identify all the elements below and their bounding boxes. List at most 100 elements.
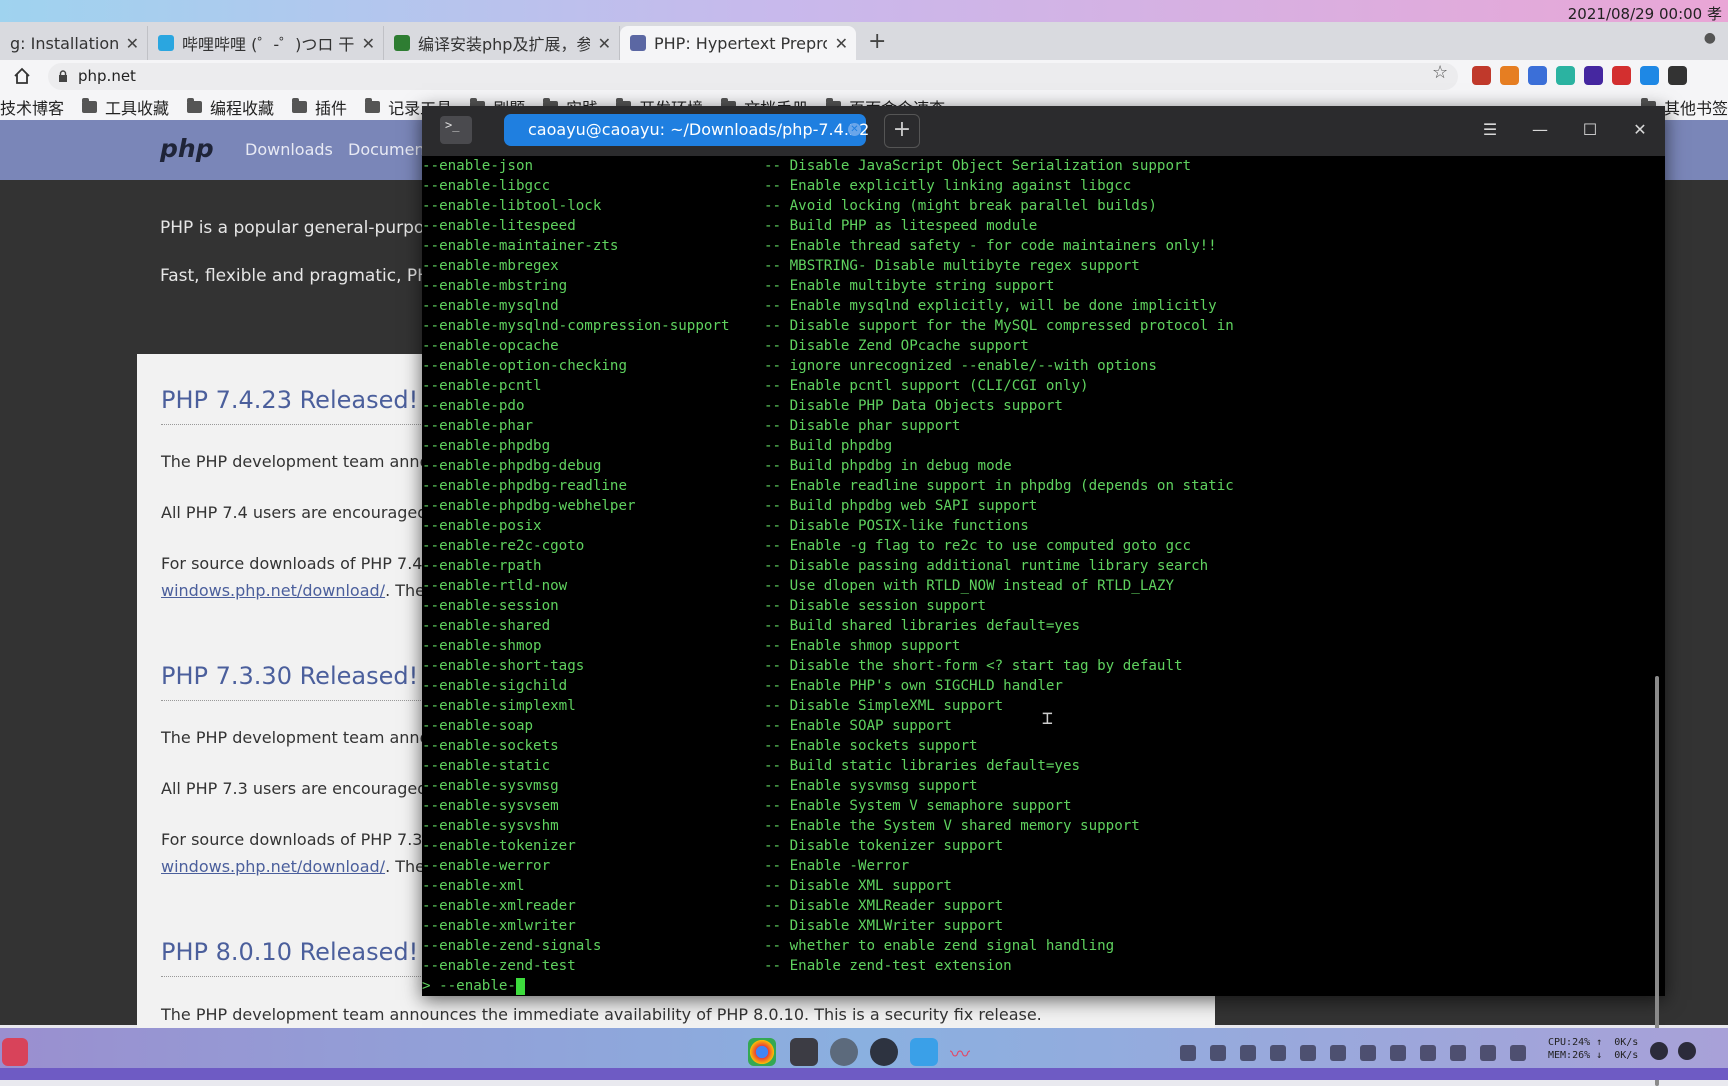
news-text: For source downloads of PHP 7.4.23 p	[161, 554, 464, 573]
extension-icon[interactable]	[1640, 66, 1659, 85]
system-stats: CPU:24% ↑ 0K/s MEM:26% ↓ 0K/s	[1548, 1037, 1639, 1061]
extension-icon[interactable]	[1472, 66, 1491, 85]
menu-icon[interactable]: ☰	[1478, 118, 1502, 142]
configure-option: --enable-shmop	[422, 638, 542, 654]
bilibili-icon	[158, 35, 174, 51]
home-icon[interactable]	[12, 66, 32, 86]
terminal-window[interactable]: >_ caoayu@caoayu: ~/Downloads/php-7.4.22…	[422, 106, 1665, 1086]
option-description: -- Disable XMLWriter support	[764, 918, 1004, 934]
browser-tab[interactable]: g: Installation in ✕	[0, 26, 148, 60]
option-description: -- Enable PHP's own SIGCHLD handler	[764, 678, 1063, 694]
launcher-icon[interactable]	[2, 1038, 28, 1066]
configure-option: --enable-option-checking	[422, 358, 627, 374]
configure-option: --enable-xmlreader	[422, 898, 576, 914]
bookmark-item[interactable]: 编程收藏	[187, 95, 274, 119]
bookmark-star-icon[interactable]: ☆	[1432, 62, 1448, 83]
power-icon[interactable]	[1678, 1042, 1696, 1060]
option-description: -- Build PHP as litespeed module	[764, 218, 1038, 234]
wifi-icon[interactable]	[1450, 1045, 1466, 1061]
close-window-icon[interactable]: ✕	[1628, 118, 1652, 142]
browser-tab[interactable]: 哔哩哔哩 (゜-゜)つロ 干 ✕	[148, 26, 384, 60]
address-bar: php.net ☆	[0, 60, 1728, 93]
extension-icon[interactable]	[1584, 66, 1603, 85]
terminal-line: --enable-shared -- Build shared libraries…	[422, 616, 1665, 636]
bookmark-item[interactable]: 插件	[292, 95, 347, 119]
bluetooth-off-icon[interactable]	[1480, 1045, 1496, 1061]
terminal-line: --enable-sysvmsg -- Enable sysvmsg suppor…	[422, 776, 1665, 796]
finder-icon[interactable]	[910, 1038, 938, 1066]
news-title-link[interactable]: PHP 7.3.30 Released! »	[161, 662, 441, 690]
notification-icon[interactable]	[1650, 1042, 1668, 1060]
chrome-icon[interactable]	[748, 1038, 776, 1066]
close-icon[interactable]: ✕	[598, 34, 611, 53]
volume-icon[interactable]	[1420, 1045, 1436, 1061]
bookmark-label: 编程收藏	[210, 98, 275, 118]
tab-search-icon[interactable]: ●	[1704, 30, 1716, 46]
minimize-icon[interactable]: —	[1528, 118, 1552, 142]
screenshot-icon[interactable]	[1240, 1045, 1256, 1061]
option-description: -- Build static libraries default=yes	[764, 758, 1081, 774]
close-icon[interactable]: ✕	[848, 123, 861, 136]
battery-icon[interactable]	[1360, 1045, 1376, 1061]
terminal-scrollbar[interactable]	[1655, 676, 1659, 1086]
expand-icon[interactable]	[1510, 1045, 1526, 1061]
terminal-tab[interactable]: caoayu@caoayu: ~/Downloads/php-7.4.22 ✕	[504, 114, 869, 146]
vpn-icon[interactable]	[1180, 1045, 1196, 1061]
bookmark-item[interactable]: 工具收藏	[82, 95, 169, 119]
keyboard-icon[interactable]	[1300, 1045, 1316, 1061]
php-logo[interactable]: php	[160, 134, 214, 163]
terminal-prompt-line[interactable]: > --enable-	[422, 976, 1665, 996]
extension-icon[interactable]	[1612, 66, 1631, 85]
browser-tab[interactable]: 编译安装php及扩展，参 ✕	[384, 26, 620, 60]
extension-icon[interactable]	[1668, 66, 1687, 85]
configure-option: --enable-short-tags	[422, 658, 585, 674]
option-description: -- Enable sockets support	[764, 738, 978, 754]
option-description: -- whether to enable zend signal handlin…	[764, 938, 1115, 954]
terminal-titlebar[interactable]: >_ caoayu@caoayu: ~/Downloads/php-7.4.22…	[422, 106, 1665, 156]
close-icon[interactable]: ✕	[362, 34, 375, 53]
url-input[interactable]: php.net	[48, 63, 1458, 90]
settings-icon[interactable]	[830, 1038, 858, 1066]
globe-icon[interactable]	[1270, 1045, 1286, 1061]
download-link[interactable]: windows.php.net/download/	[161, 857, 385, 876]
nav-link-downloads[interactable]: Downloads	[245, 140, 333, 159]
close-icon[interactable]: ✕	[835, 34, 848, 53]
pen-icon[interactable]	[1390, 1045, 1406, 1061]
nav-link-documentation[interactable]: Documen	[348, 140, 425, 159]
news-text: The PHP development team announces the i…	[161, 1005, 1042, 1024]
configure-option: --enable-xmlwriter	[422, 918, 576, 934]
clipboard-icon[interactable]	[1330, 1045, 1346, 1061]
news-title-link[interactable]: PHP 7.4.23 Released! »	[161, 386, 441, 414]
new-tab-icon[interactable]: +	[868, 29, 886, 54]
bookmark-item[interactable]: 技术博客	[0, 95, 64, 119]
terminal-output[interactable]: --enable-json -- Disable JavaScript Objec…	[422, 156, 1665, 996]
folder-icon	[365, 97, 381, 113]
browser-tab-active[interactable]: PHP: Hypertext Prepro ✕	[620, 26, 856, 60]
configure-option: --enable-soap	[422, 718, 534, 734]
extension-icon[interactable]	[1556, 66, 1575, 85]
system-clock[interactable]: 2021/08/29 00:00 孝	[1568, 3, 1722, 24]
option-description: -- Enable sysvmsg support	[764, 778, 978, 794]
new-terminal-tab-button[interactable]: +	[884, 114, 920, 148]
option-description: -- Enable zend-test extension	[764, 958, 1012, 974]
terminal-line: --enable-mysqlnd-compression-support -- D…	[422, 316, 1665, 336]
extension-icon[interactable]	[1500, 66, 1519, 85]
maximize-icon[interactable]: ☐	[1578, 118, 1602, 142]
clock-icon[interactable]	[870, 1038, 898, 1066]
option-description: -- Disable phar support	[764, 418, 961, 434]
folder-icon	[187, 97, 203, 113]
extension-icon[interactable]	[1528, 66, 1547, 85]
configure-option: --enable-sigchild	[422, 678, 568, 694]
option-description: -- Disable JavaScript Object Serializati…	[764, 158, 1192, 174]
download-link[interactable]: windows.php.net/download/	[161, 581, 385, 600]
terminal-icon[interactable]	[790, 1038, 818, 1066]
news-text: All PHP 7.4 users are encouraged to u	[161, 503, 464, 522]
php-favicon-icon	[630, 35, 646, 51]
news-text: All PHP 7.3 users are encouraged to u	[161, 779, 464, 798]
configure-option: --enable-phpdbg-webhelper	[422, 498, 636, 514]
close-icon[interactable]: ✕	[126, 34, 139, 53]
option-description: -- Disable session support	[764, 598, 987, 614]
news-title-link[interactable]: PHP 8.0.10 Released! »	[161, 938, 441, 966]
bird-icon[interactable]: 〰	[950, 1038, 978, 1066]
bluetooth-icon[interactable]	[1210, 1045, 1226, 1061]
